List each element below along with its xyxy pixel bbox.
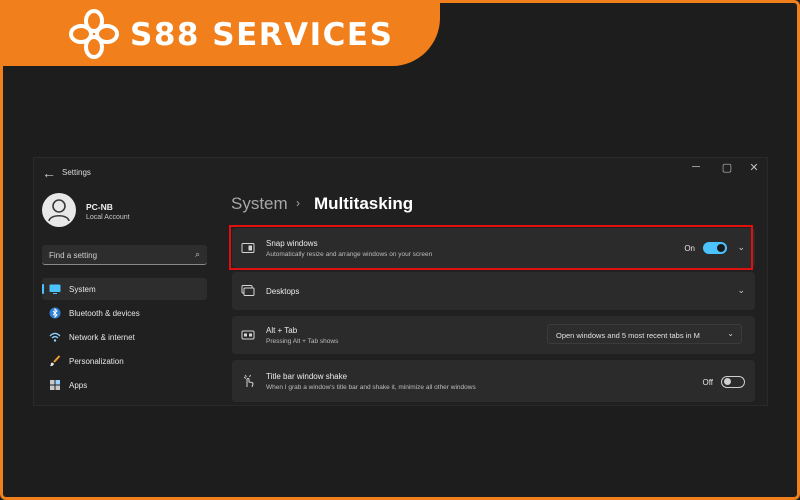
- brand-logo-icon: [69, 9, 119, 59]
- setting-description: Pressing Alt + Tab shows: [266, 338, 339, 345]
- sidebar-item-label: Personalization: [69, 357, 124, 366]
- sidebar-item-label: System: [69, 285, 96, 294]
- wifi-icon: [49, 332, 61, 342]
- settings-window: ← Settings ─ ▢ ✕ PC-NB Local Account Fin…: [33, 157, 768, 406]
- desktops-icon: [241, 285, 255, 296]
- chevron-down-icon: ⌄: [727, 329, 734, 338]
- setting-desktops[interactable]: Desktops ⌄: [232, 272, 755, 310]
- active-indicator: [42, 284, 44, 294]
- search-input[interactable]: Find a setting ⌕: [42, 245, 207, 265]
- breadcrumb[interactable]: System: [231, 194, 288, 214]
- sidebar-item-label: Network & internet: [69, 333, 135, 342]
- maximize-button[interactable]: ▢: [716, 161, 738, 174]
- minimize-button[interactable]: ─: [685, 161, 707, 173]
- setting-description: When I grab a window's title bar and sha…: [266, 384, 476, 391]
- toggle-state-label: Off: [702, 378, 713, 387]
- setting-title-bar-shake: Title bar window shake When I grab a win…: [232, 360, 755, 402]
- search-icon[interactable]: ⌕: [195, 249, 200, 260]
- highlight-box: [229, 225, 753, 270]
- sidebar-item-label: Bluetooth & devices: [69, 309, 140, 318]
- sidebar-item-apps[interactable]: Apps: [42, 374, 207, 396]
- title-bar: ← Settings ─ ▢ ✕: [34, 158, 767, 188]
- apps-icon: [50, 380, 60, 390]
- sidebar-item-network[interactable]: Network & internet: [42, 326, 207, 348]
- setting-title: Desktops: [266, 287, 300, 296]
- bluetooth-icon: [49, 307, 61, 319]
- sidebar-item-bluetooth[interactable]: Bluetooth & devices: [42, 302, 207, 324]
- sidebar-item-system[interactable]: System: [42, 278, 207, 300]
- alt-tab-icon: [241, 330, 255, 340]
- alt-tab-dropdown[interactable]: Open windows and 5 most recent tabs in M…: [547, 324, 742, 344]
- brand-name: S88 SERVICES: [130, 17, 394, 53]
- dropdown-selected: Open windows and 5 most recent tabs in M: [556, 331, 700, 340]
- toggle-knob: [724, 378, 731, 385]
- search-placeholder: Find a setting: [49, 251, 98, 260]
- title-bar-shake-toggle[interactable]: [721, 376, 745, 388]
- close-button[interactable]: ✕: [743, 161, 765, 174]
- page-title: Multitasking: [314, 194, 414, 213]
- account-type: Local Account: [86, 214, 130, 221]
- brush-icon: [50, 355, 61, 367]
- chevron-down-icon[interactable]: ⌄: [737, 285, 745, 296]
- system-icon: [49, 284, 61, 294]
- setting-title: Title bar window shake: [266, 372, 348, 381]
- setting-alt-tab: Alt + Tab Pressing Alt + Tab shows Open …: [232, 316, 755, 354]
- setting-title: Alt + Tab: [266, 326, 298, 335]
- user-icon: [48, 199, 70, 222]
- sidebar-item-label: Apps: [69, 381, 88, 390]
- arrow-left-icon[interactable]: ←: [42, 165, 56, 181]
- sidebar-item-personalization[interactable]: Personalization: [42, 350, 207, 372]
- app-title: Settings: [62, 168, 91, 177]
- shake-icon: [243, 374, 254, 388]
- avatar[interactable]: [42, 193, 76, 227]
- brand-banner: S88 SERVICES: [0, 0, 440, 66]
- account-name: PC-NB: [86, 202, 113, 212]
- breadcrumb-separator: ›: [296, 196, 300, 210]
